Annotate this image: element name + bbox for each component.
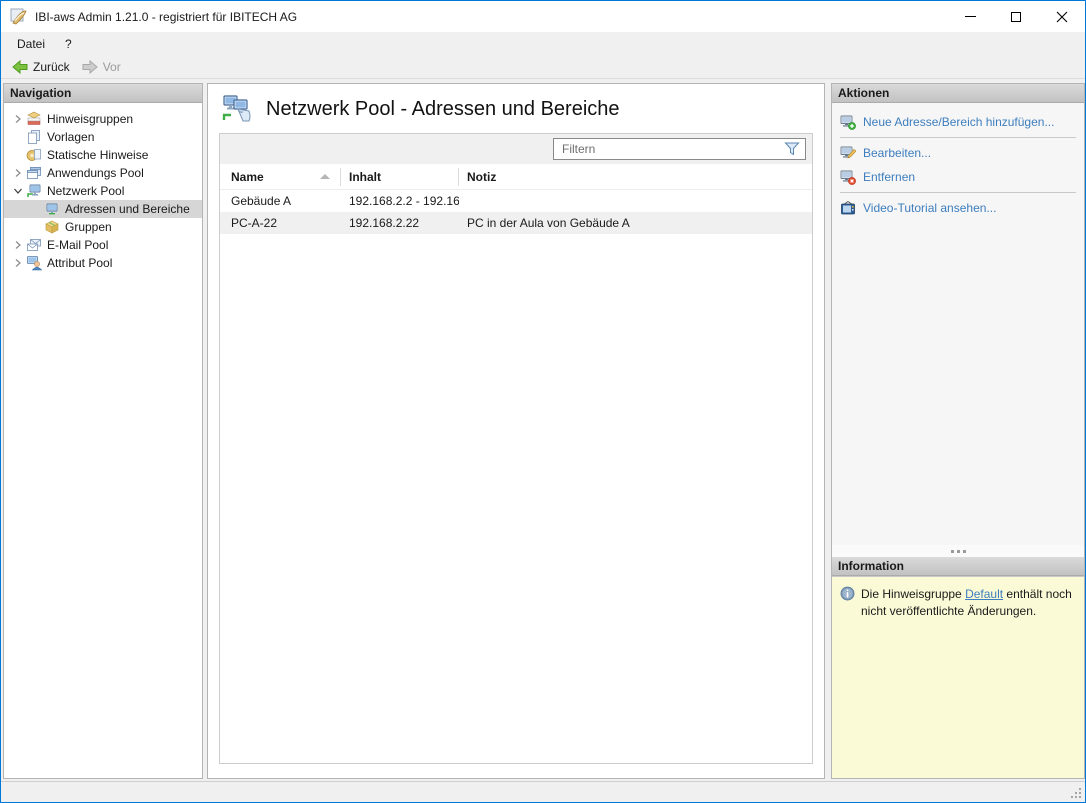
splitter-grip-icon — [957, 550, 960, 553]
back-button[interactable]: Zurück — [6, 55, 76, 78]
tree-item-vorlagen[interactable]: Vorlagen — [4, 128, 202, 146]
chevron-right-icon[interactable] — [10, 241, 26, 249]
forward-button[interactable]: Vor — [76, 55, 127, 78]
app-window: IBI-aws Admin 1.21.0 - registriert für I… — [0, 0, 1086, 803]
edit-action[interactable]: Bearbeiten... — [832, 141, 1084, 165]
network-pool-header-icon — [221, 93, 253, 125]
email-pool-icon — [26, 237, 42, 253]
navigation-panel: Navigation Hinweisgruppen — [3, 83, 203, 779]
templates-icon — [26, 129, 42, 145]
tree-item-label: Statische Hinweise — [47, 148, 148, 162]
remove-action[interactable]: Entfernen — [832, 165, 1084, 189]
maximize-button[interactable] — [993, 1, 1039, 32]
action-label: Neue Adresse/Bereich hinzufügen... — [863, 115, 1054, 129]
add-address-action[interactable]: Neue Adresse/Bereich hinzufügen... — [832, 110, 1084, 134]
minimize-button[interactable] — [947, 1, 993, 32]
info-message: Die Hinweisgruppe Default enthält noch n… — [861, 586, 1076, 620]
close-icon — [1056, 11, 1068, 23]
tree-item-label: Vorlagen — [47, 130, 94, 144]
tree-item-email-pool[interactable]: E-Mail Pool — [4, 236, 202, 254]
info-icon — [840, 586, 855, 601]
actions-panel-header: Aktionen — [832, 84, 1084, 103]
tree-item-label: Anwendungs Pool — [47, 166, 144, 180]
tree-item-label: Netzwerk Pool — [47, 184, 124, 198]
menu-datei[interactable]: Datei — [7, 32, 55, 55]
menu-help[interactable]: ? — [55, 32, 82, 55]
tree-item-statische-hinweise[interactable]: Statische Hinweise — [4, 146, 202, 164]
default-group-link[interactable]: Default — [965, 587, 1003, 601]
filter-input[interactable] — [554, 139, 779, 159]
address-list: Name Inhalt Notiz Gebäude A 192.168.2.2 … — [219, 133, 813, 764]
main-header: Netzwerk Pool - Adressen und Bereiche — [221, 93, 620, 125]
panel-splitter[interactable] — [832, 545, 1084, 557]
add-address-icon — [840, 114, 856, 130]
navigation-panel-header: Navigation — [4, 84, 202, 103]
table-row[interactable]: Gebäude A 192.168.2.2 - 192.16... — [220, 190, 812, 212]
forward-arrow-icon — [82, 60, 98, 74]
chevron-right-icon[interactable] — [10, 115, 26, 123]
actions-body: Neue Adresse/Bereich hinzufügen... Bearb… — [832, 103, 1084, 220]
panel-spacer — [832, 220, 1084, 545]
table-header: Name Inhalt Notiz — [220, 164, 812, 190]
information-panel-header: Information — [832, 557, 1084, 576]
table-row[interactable]: PC-A-22 192.168.2.22 PC in der Aula von … — [220, 212, 812, 234]
status-bar — [1, 781, 1085, 802]
information-body: Die Hinweisgruppe Default enthält noch n… — [832, 576, 1084, 778]
tree-item-hinweisgruppen[interactable]: Hinweisgruppen — [4, 110, 202, 128]
actions-separator — [840, 137, 1076, 138]
chevron-right-icon[interactable] — [10, 259, 26, 267]
tree-item-gruppen[interactable]: Gruppen — [4, 218, 202, 236]
back-arrow-icon — [12, 60, 28, 74]
window-title: IBI-aws Admin 1.21.0 - registriert für I… — [35, 10, 947, 24]
sort-ascending-icon — [320, 174, 330, 179]
navigation-toolbar: Zurück Vor — [1, 55, 1085, 79]
tree-item-label: E-Mail Pool — [47, 238, 108, 252]
edit-icon — [840, 145, 856, 161]
column-header-name[interactable]: Name — [220, 168, 341, 186]
column-header-notiz[interactable]: Notiz — [459, 168, 812, 186]
tree-item-label: Hinweisgruppen — [47, 112, 133, 126]
column-header-inhalt[interactable]: Inhalt — [341, 168, 459, 186]
back-label: Zurück — [33, 60, 70, 74]
tree-item-label: Adressen und Bereiche — [65, 202, 190, 216]
close-button[interactable] — [1039, 1, 1085, 32]
notice-groups-icon — [26, 111, 42, 127]
right-panel: Aktionen Neue Adresse/Bereich hinzufügen… — [831, 83, 1085, 779]
page-title: Netzwerk Pool - Adressen und Bereiche — [266, 98, 620, 121]
action-label: Video-Tutorial ansehen... — [863, 201, 996, 215]
app-logo-icon — [10, 8, 28, 26]
filter-box — [553, 138, 806, 160]
menu-bar: Datei ? — [1, 32, 1085, 55]
network-pool-icon — [26, 183, 42, 199]
minimize-icon — [965, 16, 976, 17]
maximize-icon — [1011, 12, 1021, 22]
remove-icon — [840, 169, 856, 185]
resize-grip-icon[interactable] — [1070, 787, 1081, 798]
video-tutorial-action[interactable]: Video-Tutorial ansehen... — [832, 196, 1084, 220]
static-notices-icon — [26, 147, 42, 163]
actions-separator — [840, 192, 1076, 193]
action-label: Entfernen — [863, 170, 915, 184]
filter-funnel-icon[interactable] — [784, 141, 800, 157]
video-tutorial-icon — [840, 200, 856, 216]
main-panel: Netzwerk Pool - Adressen und Bereiche Na… — [207, 83, 825, 779]
chevron-right-icon[interactable] — [10, 169, 26, 177]
tree-item-adressen-und-bereiche[interactable]: Adressen und Bereiche — [4, 200, 202, 218]
forward-label: Vor — [103, 60, 121, 74]
tree-item-label: Gruppen — [65, 220, 112, 234]
application-pool-icon — [26, 165, 42, 181]
filter-strip — [220, 134, 812, 164]
addresses-icon — [44, 201, 60, 217]
navigation-tree: Hinweisgruppen Vorlagen — [4, 103, 202, 272]
tree-item-netzwerk-pool[interactable]: Netzwerk Pool — [4, 182, 202, 200]
tree-item-attribut-pool[interactable]: Attribut Pool — [4, 254, 202, 272]
action-label: Bearbeiten... — [863, 146, 931, 160]
groups-icon — [44, 219, 60, 235]
tree-item-label: Attribut Pool — [47, 256, 112, 270]
attribute-pool-icon — [26, 255, 42, 271]
chevron-down-icon[interactable] — [10, 187, 26, 195]
content-area: Navigation Hinweisgruppen — [1, 79, 1085, 781]
title-bar: IBI-aws Admin 1.21.0 - registriert für I… — [1, 1, 1085, 32]
tree-item-anwendungs-pool[interactable]: Anwendungs Pool — [4, 164, 202, 182]
